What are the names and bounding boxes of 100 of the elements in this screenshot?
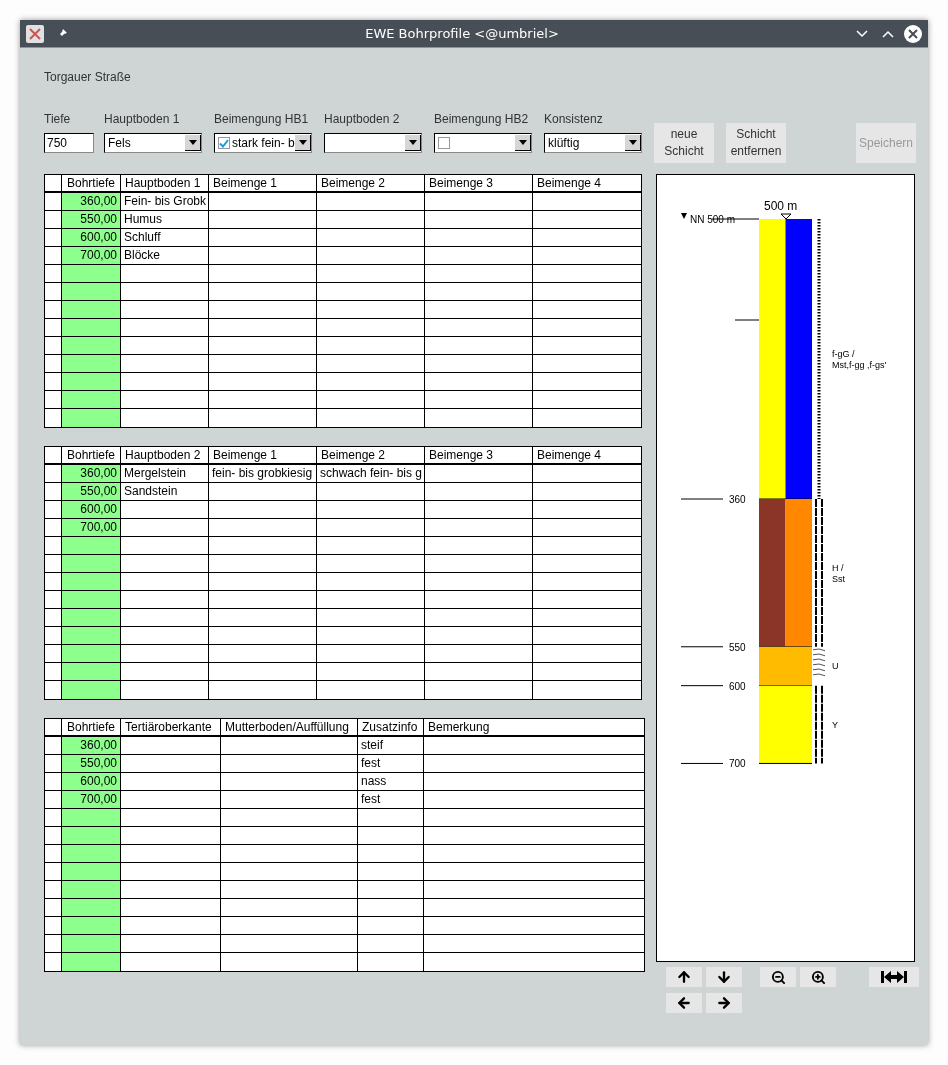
depth-label: 700 (729, 758, 746, 770)
table-cell: 550,00 (62, 483, 121, 500)
checkmark-icon (219, 138, 229, 148)
window-title: EWE Bohrprofile <@umbriel> (364, 24, 560, 43)
caret-icon (518, 140, 527, 145)
down-arrow-icon (716, 969, 732, 985)
column-header[interactable]: Beimenge 2 (317, 447, 425, 463)
zoom-in-button[interactable] (800, 967, 836, 987)
table-cell: fest (358, 791, 424, 808)
minimize-icon[interactable] (856, 29, 868, 38)
caret-icon (628, 140, 637, 145)
app-icon (26, 24, 44, 43)
down-arrow-button[interactable] (706, 967, 742, 987)
table-cell: Mergelstein (121, 465, 209, 482)
zoom-in-icon (810, 969, 826, 985)
zoom-out-icon (770, 969, 786, 985)
table-cell: Sandstein (121, 483, 209, 500)
table-cell: Blöcke (121, 247, 209, 264)
right-arrow-button[interactable] (706, 993, 742, 1013)
dropdown-arrow-button[interactable] (625, 135, 641, 151)
table-cell: fest (358, 755, 424, 772)
column-header[interactable]: Bohrtiefe (62, 447, 121, 463)
table-cell: Fein- bis Grobk (121, 193, 209, 210)
marker-icon (780, 213, 792, 220)
dropdown-value: klüftig (548, 135, 581, 152)
caret-icon (408, 140, 417, 145)
column-header[interactable]: Beimenge 4 (533, 447, 641, 463)
top-label: 500 m (764, 199, 798, 213)
table-cell: 600,00 (62, 501, 121, 518)
table-cell: 700,00 (62, 247, 121, 264)
up-arrow-button[interactable] (666, 967, 702, 987)
table-cell: Schluff (121, 229, 209, 246)
dropdown-value: stark fein- b (232, 135, 295, 152)
table-cell: 600,00 (62, 229, 121, 246)
table-cell: 550,00 (62, 211, 121, 228)
table-cell: 360,00 (62, 465, 121, 482)
table-cell: 600,00 (62, 773, 121, 790)
dropdown[interactable]: stark fein- b (214, 133, 312, 153)
table-cell: nass (358, 773, 424, 790)
column-header[interactable]: Hauptboden 1 (121, 175, 209, 191)
water-level-icon (681, 213, 687, 219)
dropdown[interactable]: Fels (104, 133, 202, 153)
action-button[interactable]: neue Schicht (654, 123, 714, 163)
checkbox[interactable] (218, 137, 230, 149)
column-header[interactable]: Bemerkung (424, 719, 644, 735)
table-cell: steif (358, 737, 424, 754)
dropdown[interactable] (324, 133, 422, 153)
field-label: Hauptboden 1 (104, 111, 181, 128)
maximize-icon[interactable] (882, 29, 894, 38)
caret-icon (298, 140, 307, 145)
table-cell: 360,00 (62, 193, 121, 210)
field-label: Beimengung HB2 (434, 111, 530, 128)
layer-label: f-gG / Mst,f-gg ,f-gs' (832, 349, 887, 370)
dropdown[interactable]: klüftig (544, 133, 642, 153)
depth-label: 550 (729, 641, 746, 653)
table-cell: schwach fein- bis g (317, 465, 425, 482)
depth-input[interactable]: 750 (44, 133, 94, 153)
column-header[interactable]: Beimenge 1 (209, 447, 317, 463)
layer-label: U (832, 661, 839, 672)
column-header[interactable]: Beimenge 1 (209, 175, 317, 191)
layer-label: Y (832, 719, 838, 730)
fit-width-icon (880, 970, 908, 984)
right-arrow-icon (716, 995, 732, 1011)
column-header[interactable]: Beimenge 3 (425, 175, 533, 191)
surface-label: NN 500 m (690, 214, 735, 225)
field-label: Hauptboden 2 (324, 111, 401, 128)
field-label: Konsistenz (544, 111, 604, 128)
column-header[interactable]: Bohrtiefe (62, 175, 121, 191)
table-cell: fein- bis grobkiesig (209, 465, 317, 482)
field-label: Beimengung HB1 (214, 111, 310, 128)
action-button[interactable]: Schicht entfernen (726, 123, 786, 163)
dropdown-arrow-button[interactable] (405, 135, 421, 151)
depth-label: 360 (729, 494, 746, 505)
dropdown-value: Fels (108, 135, 132, 152)
left-arrow-button[interactable] (666, 993, 702, 1013)
checkbox[interactable] (438, 137, 450, 149)
dropdown-arrow-button[interactable] (185, 135, 201, 151)
column-header[interactable]: Mutterboden/Auffüllung (221, 719, 358, 735)
table-cell: 360,00 (62, 737, 121, 754)
column-header[interactable]: Zusatzinfo (358, 719, 424, 735)
table-cell: 700,00 (62, 519, 121, 536)
column-header[interactable]: Tertiäroberkante (121, 719, 221, 735)
depth-label: 600 (729, 680, 746, 692)
layer-label: H / Sst (832, 562, 845, 584)
fit-width-button[interactable] (869, 967, 919, 987)
dropdown-arrow-button[interactable] (515, 135, 531, 151)
table-cell: 550,00 (62, 755, 121, 772)
zoom-out-button[interactable] (760, 967, 796, 987)
dropdown[interactable] (434, 133, 532, 153)
table-cell: Humus (121, 211, 209, 228)
column-header[interactable]: Hauptboden 2 (121, 447, 209, 463)
column-header[interactable]: Bohrtiefe (62, 719, 121, 735)
column-header[interactable]: Beimenge 4 (533, 175, 641, 191)
close-icon[interactable] (904, 24, 922, 43)
table-cell: 700,00 (62, 791, 121, 808)
column-header[interactable]: Beimenge 3 (425, 447, 533, 463)
field-label: Tiefe (44, 111, 72, 128)
dropdown-arrow-button[interactable] (295, 135, 311, 151)
column-header[interactable]: Beimenge 2 (317, 175, 425, 191)
location-title: Torgauer Straße (44, 69, 132, 84)
